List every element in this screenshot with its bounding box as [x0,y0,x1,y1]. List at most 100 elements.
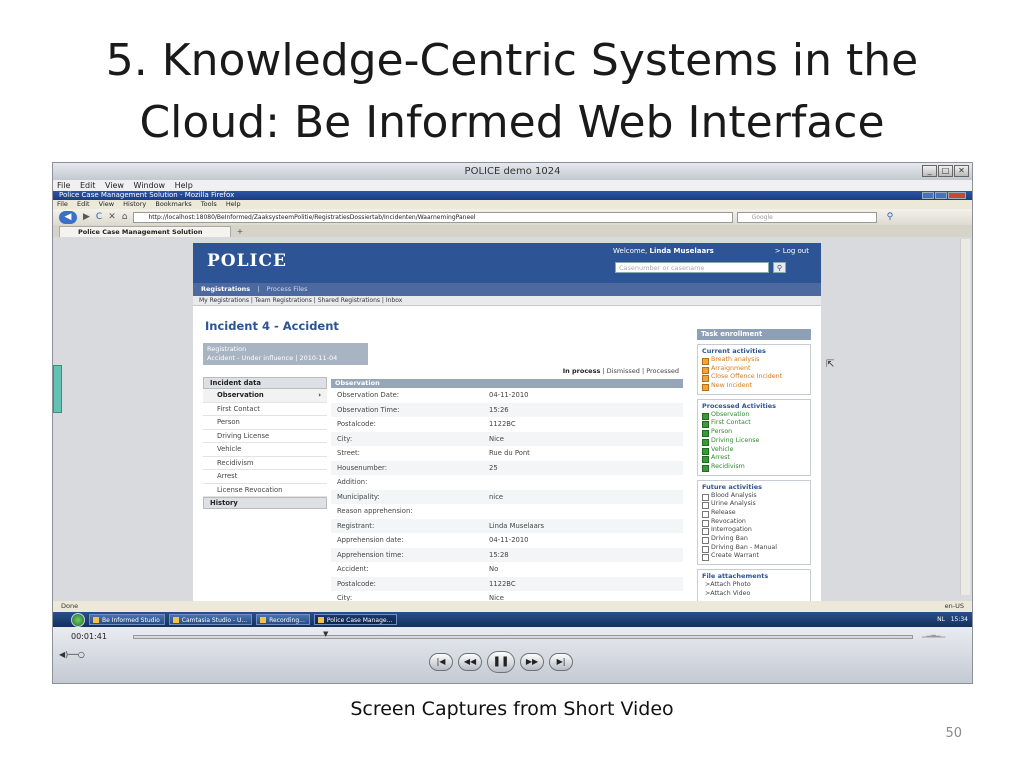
ff-menu-tools[interactable]: Tools [201,200,217,208]
menu-edit[interactable]: Edit [80,181,96,190]
attachment-link[interactable]: >Attach Photo [702,581,806,590]
attachment-link[interactable]: >Attach Video [702,590,806,599]
seek-thumb-icon[interactable]: ▼ [323,630,328,638]
side-nav-item-observation[interactable]: Observation [203,389,327,403]
taskbar-item-be-informed[interactable]: Be Informed Studio [89,614,165,625]
taskbar-item-police[interactable]: Police Case Manage... [313,614,398,625]
current-activity-item[interactable]: Arraignment [702,365,806,374]
rewind-icon[interactable]: ◀◀ [458,653,482,671]
skip-back-icon[interactable]: |◀ [429,653,453,671]
new-tab-button[interactable]: + [233,227,247,236]
future-activity-item: Create Warrant [702,552,806,562]
observation-field-value: Linda Muselaars [489,521,545,530]
menu-help[interactable]: Help [175,181,193,190]
start-button-icon[interactable] [71,612,85,627]
maximize-icon[interactable]: □ [938,165,953,177]
menu-view[interactable]: View [105,181,124,190]
tray-language[interactable]: NL [937,616,945,623]
status-other[interactable]: | Dismissed | Processed [600,367,679,375]
observation-row: Postalcode: 1122BC [331,576,683,591]
tab-process-files[interactable]: Process Files [267,285,308,293]
case-search-button[interactable]: ⚲ [773,262,786,273]
observation-field-value: 15:26 [489,405,509,414]
slide-title-line-2: Cloud: Be Informed Web Interface [139,97,885,148]
close-icon[interactable]: ✕ [954,165,969,177]
menu-file[interactable]: File [57,181,70,190]
ff-menu-view[interactable]: View [99,200,114,208]
case-search-input[interactable]: Casenumber or casename [615,262,769,273]
search-icon: ⚲ [776,264,783,272]
ff-menu-file[interactable]: File [57,200,68,208]
tab-registrations[interactable]: Registrations [201,285,250,293]
current-activity-item[interactable]: Breath analysis [702,356,806,365]
side-nav-item-arrest[interactable]: Arrest [203,470,327,484]
police-logo: POLICE [207,251,287,271]
ff-menu-bookmarks[interactable]: Bookmarks [155,200,191,208]
current-activities-title: Current activities [702,347,766,355]
observation-field-label: Street: [337,449,360,457]
ff-minimize-icon[interactable] [922,192,934,199]
menu-window[interactable]: Window [134,181,166,190]
processed-activity-item[interactable]: Recidivism [702,463,806,472]
ff-menu-help[interactable]: Help [226,200,241,208]
side-nav-item-license-revocation[interactable]: License Revocation [203,484,327,497]
observation-row: Registrant: Linda Muselaars [331,518,683,533]
registrations-subnav[interactable]: My Registrations | Team Registrations | … [193,296,821,306]
incident-side-nav: Incident data Observation First Contact … [203,377,327,509]
side-nav-item-recidivism[interactable]: Recidivism [203,457,327,470]
taskbar-item-camtasia[interactable]: Camtasia Studio - U... [168,614,253,625]
status-in-process[interactable]: In process [563,367,601,375]
police-app: POLICE Welcome, Linda Muselaars > Log ou… [193,243,834,603]
side-nav-item-vehicle[interactable]: Vehicle [203,443,327,457]
home-icon[interactable]: ⌂ [122,212,128,222]
welcome-prefix: Welcome, [613,247,648,255]
processed-activity-item[interactable]: Observation [702,411,806,420]
processed-activity-item[interactable]: Driving License [702,437,806,446]
observation-field-value: 04-11-2010 [489,536,529,544]
ff-menu-history[interactable]: History [123,200,146,208]
side-panel-handle[interactable] [53,365,62,413]
side-nav-item-first-contact[interactable]: First Contact [203,403,327,416]
windows-taskbar: Be Informed Studio Camtasia Studio - U..… [53,612,972,627]
processed-activity-item[interactable]: First Contact [702,419,806,429]
processed-activity-item[interactable]: Person [702,428,806,437]
slide-title-line-1: 5. Knowledge-Centric Systems in the [105,35,919,86]
pause-icon[interactable]: ❚❚ [487,651,515,673]
observation-field-label: Registrant: [337,521,375,530]
stop-icon[interactable]: ✕ [108,212,116,222]
processed-activity-item[interactable]: Vehicle [702,446,806,455]
firefox-menu-bar: File Edit View History Bookmarks Tools H… [53,200,972,209]
firefox-titlebar: Police Case Management Solution - Mozill… [53,191,972,200]
observation-field-label: Reason apprehension: [337,507,413,515]
observation-field-value: 1122BC [489,420,516,428]
vertical-scrollbar[interactable] [960,239,970,595]
logout-link[interactable]: > Log out [775,247,809,255]
seek-bar[interactable] [133,635,913,639]
ff-close-icon[interactable] [948,192,966,199]
forward-arrow-icon[interactable]: ▶ [83,212,90,222]
current-activity-item[interactable]: New Incident [702,382,806,391]
minimize-icon[interactable]: _ [922,165,937,177]
app-tabs: Registrations | Process Files [193,283,821,296]
slide-title: 5. Knowledge-Centric Systems in the Clou… [0,30,1024,154]
ff-menu-edit[interactable]: Edit [77,200,90,208]
search-box[interactable]: Google [736,211,877,223]
processed-activity-item[interactable]: Arrest [702,454,806,463]
ff-maximize-icon[interactable] [935,192,947,199]
reload-icon[interactable]: C [96,212,102,222]
side-nav-history[interactable]: History [203,497,327,509]
side-nav-item-person[interactable]: Person [203,416,327,430]
side-nav-item-driving-license[interactable]: Driving License [203,430,327,443]
user-name: Linda Muselaars [649,247,714,255]
taskbar-item-recording[interactable]: Recording... [256,614,310,625]
firefox-title: Police Case Management Solution - Mozill… [59,191,235,199]
future-activity-item: Release [702,509,806,518]
volume-icon[interactable]: ◀)──○ [59,650,85,659]
skip-forward-icon[interactable]: ▶| [549,653,573,671]
fast-forward-icon[interactable]: ▶▶ [520,653,544,671]
back-arrow-icon[interactable]: ◀ [59,210,77,224]
current-activity-item[interactable]: Close Offence Incident [702,373,806,383]
browser-tab[interactable]: Police Case Management Solution [59,226,231,237]
search-icon[interactable]: ⚲ [887,212,894,222]
url-bar[interactable]: http://localhost:18080/BeInformed/Zaaksy… [133,211,734,223]
